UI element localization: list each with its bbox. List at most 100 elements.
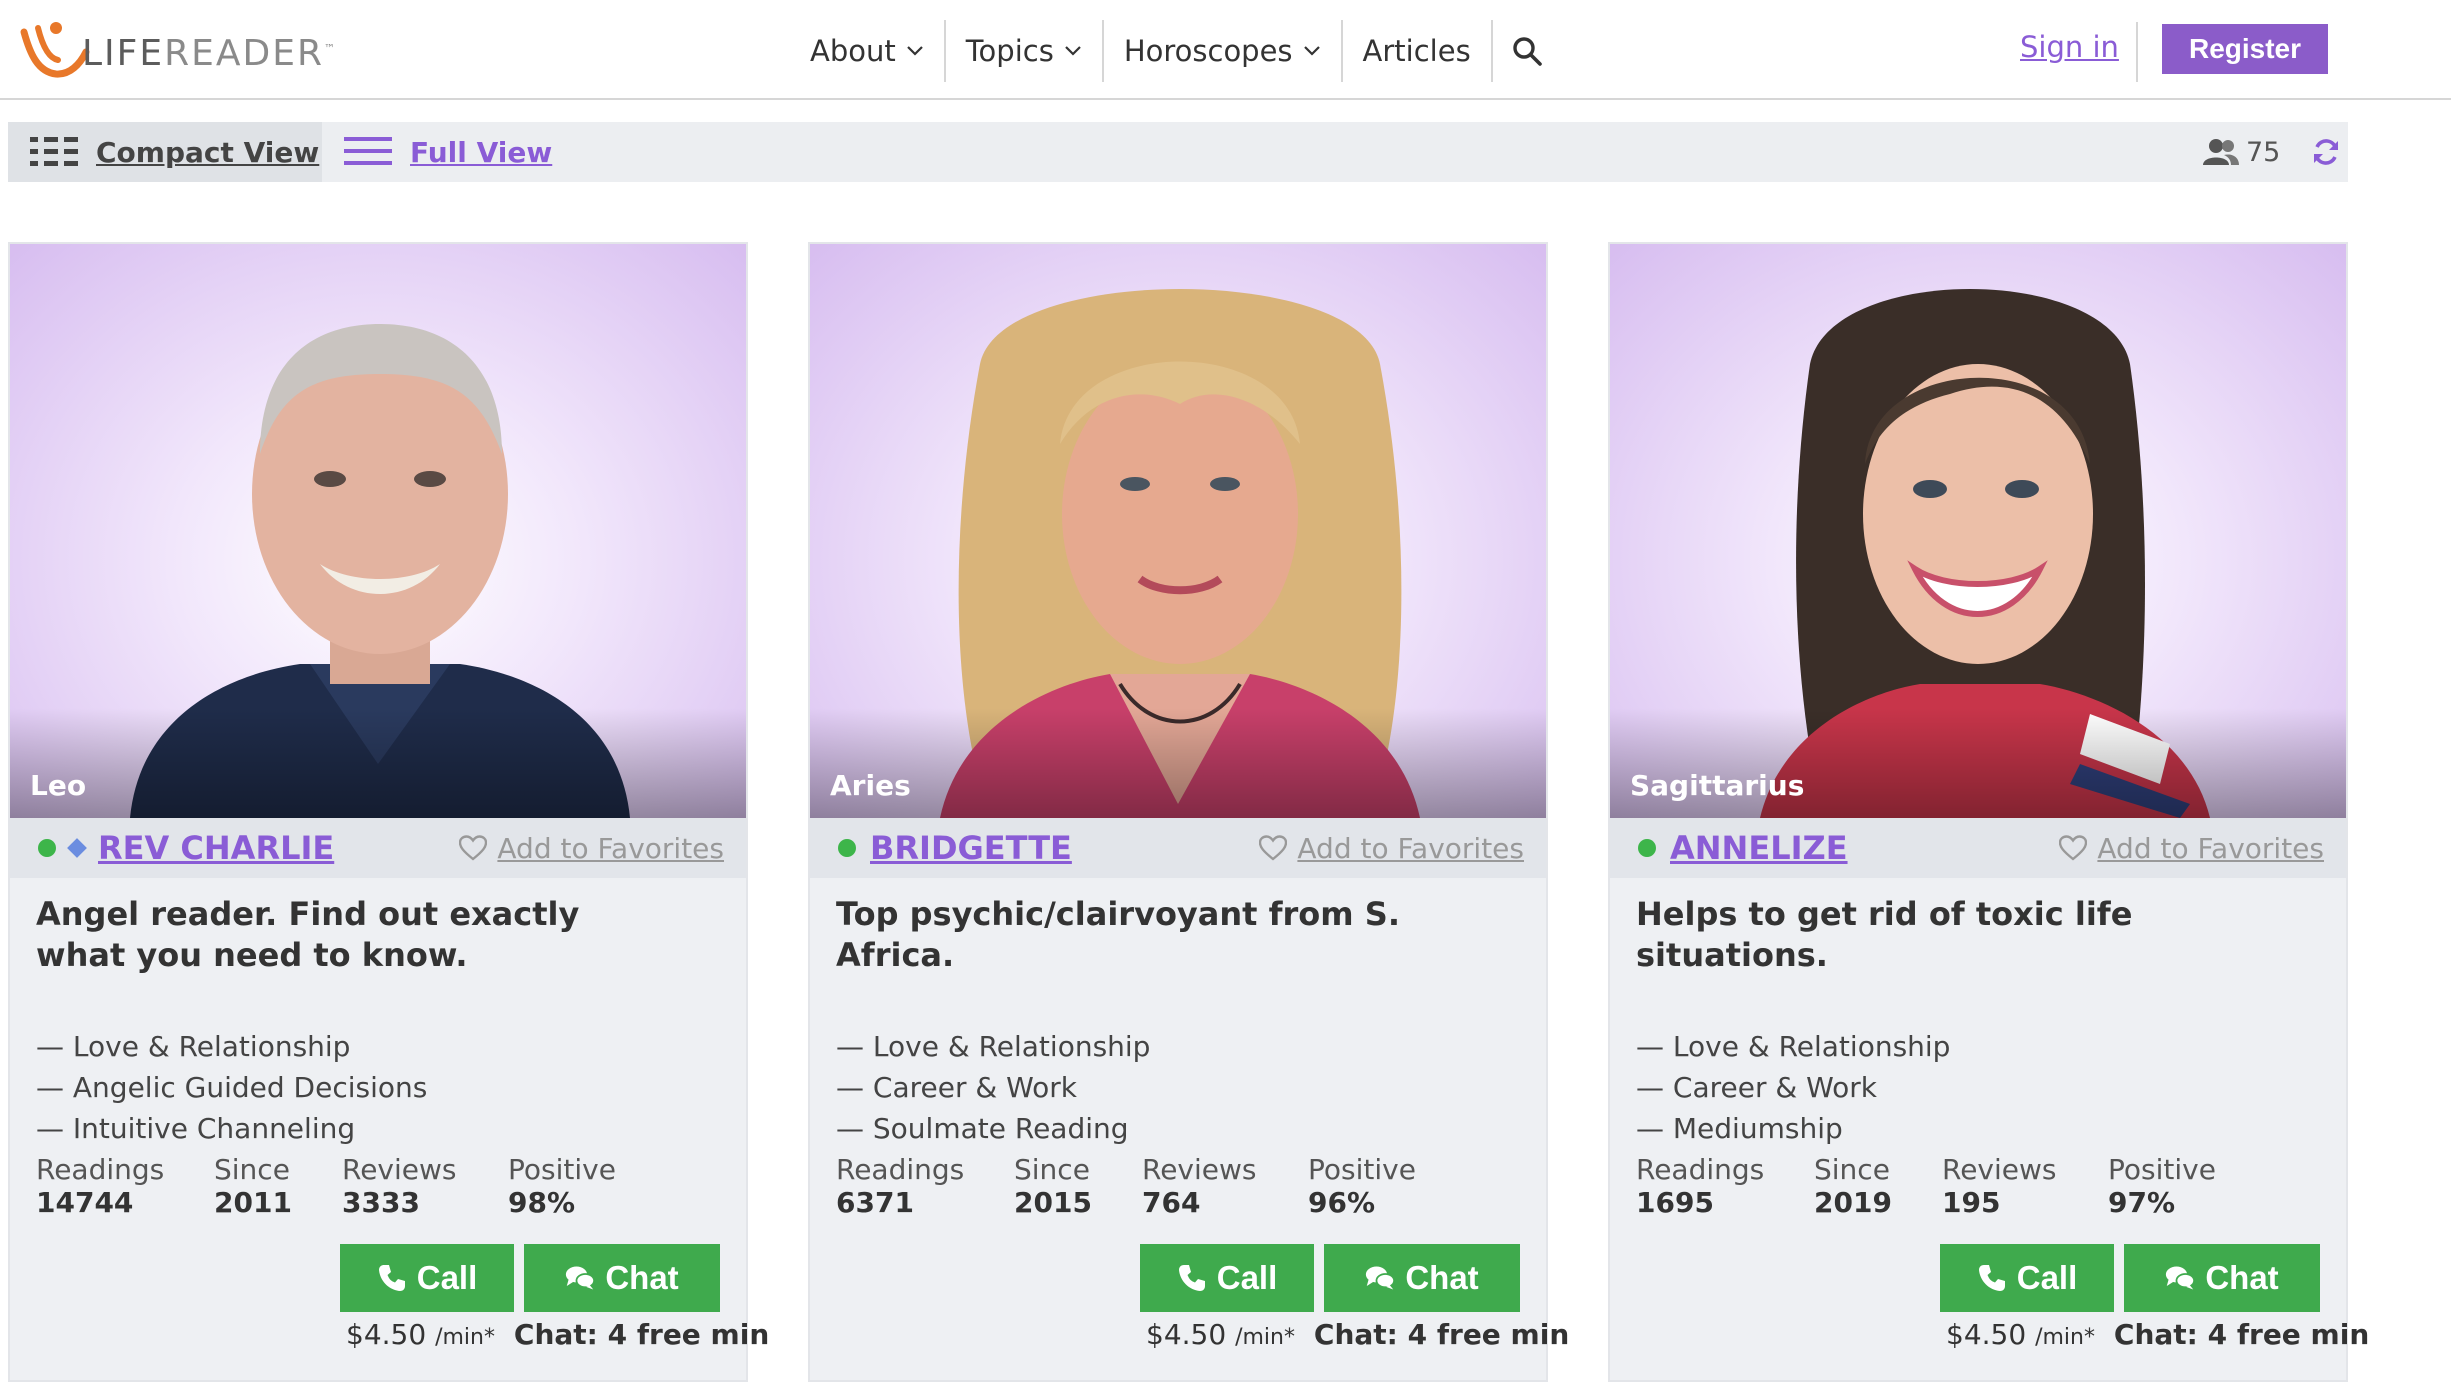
chat-free-minutes: Chat: 4 free min — [513, 1318, 770, 1351]
users-icon — [2203, 139, 2239, 165]
stat-readings: Readings 1695 — [1636, 1154, 1814, 1220]
stat-value: 6371 — [836, 1186, 914, 1219]
chat-free-minutes: Chat: 4 free min — [2113, 1318, 2370, 1351]
chat-label: Chat — [605, 1259, 679, 1296]
skill-item: — Intuitive Channeling — [36, 1112, 356, 1145]
pricing-info: $4.50 /min* Chat: 4 free min — [1946, 1318, 2369, 1351]
stat-label: Reviews — [1142, 1153, 1257, 1186]
add-to-favorites-link[interactable]: Add to Favorites — [2059, 818, 2324, 878]
stat-since: Since 2015 — [1014, 1154, 1142, 1220]
photo-gradient — [10, 708, 746, 818]
stat-positive: Positive 96% — [1308, 1154, 1428, 1220]
call-button[interactable]: Call — [340, 1244, 514, 1312]
stat-label: Positive — [508, 1153, 616, 1186]
stat-label: Reviews — [342, 1153, 457, 1186]
heart-icon — [459, 835, 488, 861]
chat-button[interactable]: Chat — [2124, 1244, 2320, 1312]
stat-positive: Positive 98% — [508, 1154, 628, 1220]
online-status-dot — [838, 839, 856, 857]
nav-articles[interactable]: Articles — [1343, 20, 1493, 82]
stat-value: 2015 — [1014, 1186, 1092, 1219]
call-button[interactable]: Call — [1940, 1244, 2114, 1312]
add-to-favorites-link[interactable]: Add to Favorites — [1259, 818, 1524, 878]
refresh-button[interactable] — [2308, 134, 2344, 170]
refresh-icon — [2314, 139, 2338, 165]
chat-button[interactable]: Chat — [524, 1244, 720, 1312]
call-label: Call — [416, 1259, 478, 1296]
lifereader-logo[interactable]: LIFEREADER™ — [16, 14, 337, 84]
reader-card: Sagittarius ANNELIZE Add to Favorites He… — [1608, 242, 2369, 1382]
add-to-favorites-link[interactable]: Add to Favorites — [459, 818, 724, 878]
main-nav: About Topics Horoscopes Articles — [790, 20, 1561, 82]
call-button[interactable]: Call — [1140, 1244, 1314, 1312]
call-price: $4.50 — [1146, 1318, 1227, 1351]
grid-icon — [30, 137, 78, 166]
nav-topics-label: Topics — [965, 34, 1054, 68]
chat-label: Chat — [1405, 1259, 1479, 1296]
reader-photo[interactable]: Leo — [10, 244, 746, 818]
reader-name-link[interactable]: REV CHARLIE — [98, 829, 334, 867]
site-header: LIFEREADER™ About Topics Horoscopes Arti… — [0, 0, 2451, 100]
skill-item: — Career & Work — [1636, 1071, 1878, 1104]
chat-button[interactable]: Chat — [1324, 1244, 1520, 1312]
nav-articles-label: Articles — [1362, 34, 1471, 68]
view-toggle-bar: Compact View Full View 75 — [8, 122, 2348, 182]
phone-icon — [378, 1265, 405, 1291]
stat-label: Positive — [2108, 1153, 2216, 1186]
chat-label: Chat — [2205, 1259, 2279, 1296]
logo-wordmark: LIFEREADER™ — [82, 32, 338, 74]
reader-name-link[interactable]: BRIDGETTE — [870, 829, 1072, 867]
chat-bubbles-icon — [566, 1266, 596, 1290]
stat-reviews: Reviews 3333 — [342, 1154, 508, 1220]
call-price: $4.50 — [346, 1318, 427, 1351]
stat-since: Since 2019 — [1814, 1154, 1942, 1220]
pricing-info: $4.50 /min* Chat: 4 free min — [1146, 1318, 1569, 1351]
zodiac-sign: Sagittarius — [1630, 769, 1805, 802]
heart-icon — [1259, 835, 1288, 861]
stat-readings: Readings 14744 — [36, 1154, 214, 1220]
sign-in-link[interactable]: Sign in — [2020, 30, 2119, 64]
stat-reviews: Reviews 764 — [1142, 1154, 1308, 1220]
add-to-favorites-label: Add to Favorites — [497, 831, 724, 865]
reader-photo[interactable]: Aries — [810, 244, 1546, 818]
reader-card: Leo REV CHARLIE Add to Favorites Angel r… — [8, 242, 769, 1382]
reader-name-bar: BRIDGETTE Add to Favorites — [810, 818, 1546, 878]
skill-item: — Career & Work — [836, 1071, 1078, 1104]
reader-card: Aries BRIDGETTE Add to Favorites Top psy… — [808, 242, 1569, 1382]
diamond-icon — [67, 838, 87, 858]
stat-value: 764 — [1142, 1186, 1201, 1219]
reader-tagline: Top psychic/clairvoyant from S. Africa. — [836, 895, 1400, 974]
reader-skills: — Love & Relationship — Angelic Guided D… — [36, 1026, 427, 1149]
skill-item: — Soulmate Reading — [836, 1112, 1129, 1145]
stat-reviews: Reviews 195 — [1942, 1154, 2108, 1220]
price-unit: /min* — [435, 1325, 495, 1350]
nav-horoscopes[interactable]: Horoscopes — [1104, 20, 1343, 82]
photo-gradient — [810, 708, 1546, 818]
full-view-label: Full View — [410, 135, 553, 169]
stat-label: Since — [1814, 1153, 1890, 1186]
reader-photo[interactable]: Sagittarius — [1610, 244, 2346, 818]
compact-view-toggle[interactable]: Compact View — [8, 122, 322, 182]
register-button[interactable]: Register — [2162, 24, 2328, 74]
online-status-dot — [38, 839, 56, 857]
stat-label: Reviews — [1942, 1153, 2057, 1186]
full-view-toggle[interactable]: Full View — [344, 122, 552, 182]
chat-free-minutes: Chat: 4 free min — [1313, 1318, 1570, 1351]
search-button[interactable] — [1493, 20, 1561, 82]
stat-readings: Readings 6371 — [836, 1154, 1014, 1220]
call-price: $4.50 — [1946, 1318, 2027, 1351]
nav-about[interactable]: About — [790, 20, 946, 82]
reader-name-bar: ANNELIZE Add to Favorites — [1610, 818, 2346, 878]
reader-stats: Readings 6371 Since 2015 Reviews 764 Positi… — [836, 1154, 1428, 1220]
zodiac-sign: Leo — [30, 769, 87, 802]
nav-topics[interactable]: Topics — [946, 20, 1104, 82]
stat-label: Readings — [36, 1153, 165, 1186]
reader-name-link[interactable]: ANNELIZE — [1670, 829, 1848, 867]
list-icon — [344, 137, 392, 165]
stat-value: 97% — [2108, 1186, 2176, 1219]
skill-item: — Love & Relationship — [1636, 1030, 1951, 1063]
stat-value: 14744 — [36, 1186, 134, 1219]
compact-view-label: Compact View — [96, 135, 320, 169]
chat-bubbles-icon — [2166, 1266, 2196, 1290]
chevron-down-icon — [1065, 46, 1081, 56]
